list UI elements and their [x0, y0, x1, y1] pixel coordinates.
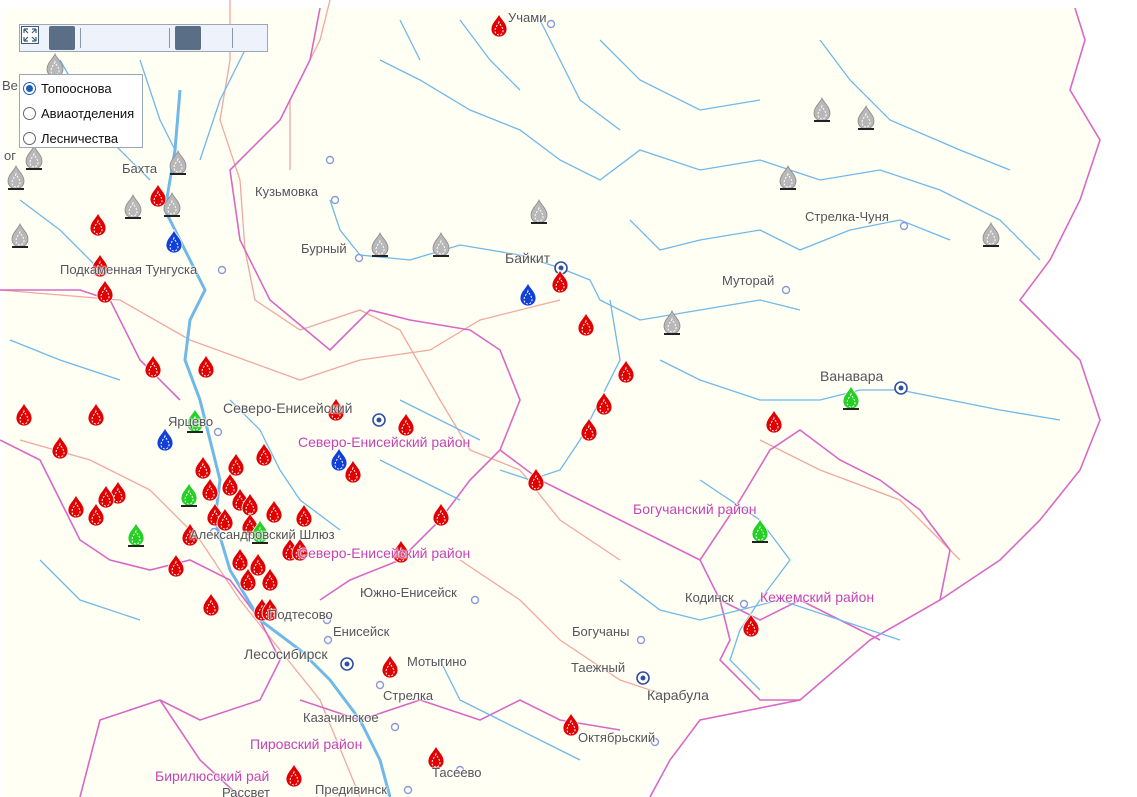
fire-marker-base [983, 245, 999, 247]
layer-option-label: Топооснова [41, 81, 112, 96]
fullscreen-icon [21, 26, 39, 44]
fire-marker-base [181, 505, 197, 507]
place-label: Мотыгино [407, 654, 467, 669]
region-label: Северо-Енисейский район [298, 434, 471, 450]
place-label: Учами [508, 10, 547, 25]
region-label: Кежемский район [760, 589, 875, 605]
place-label: Богучаны [572, 624, 630, 639]
radio-avia[interactable] [23, 107, 36, 120]
town-marker[interactable] [217, 265, 227, 275]
fire-marker-base [814, 120, 830, 122]
town-marker[interactable] [213, 427, 223, 437]
town-marker[interactable] [403, 785, 413, 795]
town-marker-center [898, 385, 904, 391]
fire-marker-base [170, 173, 186, 175]
town-marker[interactable] [354, 253, 364, 263]
town-marker[interactable] [470, 595, 480, 605]
town-marker-center [558, 265, 564, 271]
fire-marker-base [433, 255, 449, 257]
place-label: Рассвет [222, 785, 270, 797]
place-label: Подтесово [268, 607, 333, 622]
place-label: Октябрьский [578, 730, 656, 745]
layer-option-label: Авиаотделения [41, 106, 135, 121]
place-label: Стрелка-Чуня [805, 209, 889, 224]
town-marker[interactable] [739, 599, 749, 609]
place-label: Ярцево [168, 414, 214, 429]
town-marker[interactable] [899, 221, 909, 231]
layer-option-forestry[interactable]: Лесничества [20, 126, 142, 151]
forward-button[interactable] [21, 26, 227, 50]
fire-marker-base [858, 128, 874, 130]
place-label: Тасеево [432, 765, 482, 780]
toolbar-separator [232, 28, 233, 48]
town-marker-center [344, 661, 350, 667]
layer-option-topo[interactable]: Топооснова [20, 76, 142, 101]
map-toolbar [19, 24, 268, 52]
place-label: Бахта [122, 161, 158, 176]
fire-marker-base [26, 168, 42, 170]
back-button[interactable] [21, 26, 201, 50]
fire-marker-base [752, 541, 768, 543]
place-label: Кодинск [685, 590, 734, 605]
radio-topo[interactable] [23, 82, 36, 95]
place-label: Енисейск [333, 624, 390, 639]
layer-option-label: Лесничества [41, 131, 119, 146]
town-marker[interactable] [330, 195, 340, 205]
town-marker[interactable] [325, 155, 335, 165]
radio-forestry[interactable] [23, 132, 36, 145]
town-marker[interactable] [323, 635, 333, 645]
region-label: Богучанский район [633, 501, 757, 517]
place-label: Карабула [647, 687, 709, 703]
place-label: Ве [2, 78, 18, 93]
place-label: Подкаменная Тунгуска [60, 262, 198, 277]
layer-option-avia[interactable]: Авиаотделения [20, 101, 142, 126]
layer-switcher: Топооснова Авиаотделения Лесничества [19, 74, 143, 148]
pan-button[interactable] [23, 26, 75, 50]
place-label: Муторай [722, 273, 775, 288]
place-label: ог [4, 148, 16, 163]
fire-marker-base [780, 188, 796, 190]
place-label: Таежный [571, 660, 626, 675]
place-label: Бурный [301, 241, 347, 256]
fire-marker-base [164, 215, 180, 217]
place-label: Кузьмовка [255, 184, 319, 199]
zoom-box-button[interactable] [21, 26, 112, 50]
town-marker[interactable] [781, 285, 791, 295]
place-label: Северо-Енисейский [223, 400, 353, 416]
fire-marker-base [531, 222, 547, 224]
town-marker-center [640, 675, 646, 681]
zoom-out-button[interactable] [21, 26, 164, 50]
fire-marker-base [187, 431, 203, 433]
zoom-in-button[interactable] [21, 26, 138, 50]
region-label: Пировский район [250, 736, 363, 752]
fire-marker-base [372, 255, 388, 257]
town-marker[interactable] [390, 722, 400, 732]
fire-marker-base [12, 246, 28, 248]
map-canvas[interactable] [0, 0, 1137, 797]
fire-marker-base [843, 408, 859, 410]
toolbar-separator [169, 28, 170, 48]
region-label: Северо-Енисейский район [298, 545, 471, 561]
place-label: Южно-Енисейск [360, 585, 457, 600]
town-marker[interactable] [546, 19, 556, 29]
fullscreen-button[interactable] [21, 26, 264, 50]
place-label: Лесосибирск [244, 646, 328, 662]
fire-marker-base [664, 333, 680, 335]
place-label: Стрелка [383, 688, 434, 703]
fire-marker-base [128, 545, 144, 547]
town-marker[interactable] [636, 635, 646, 645]
toolbar-separator [80, 28, 81, 48]
fire-marker-base [252, 542, 268, 544]
fire-marker-base [8, 188, 24, 190]
place-label: Ванавара [820, 368, 884, 384]
place-label: Александровский Шлюз [190, 527, 335, 542]
place-label: Байкит [505, 250, 551, 266]
region-label: Бирилюсский рай [155, 768, 270, 784]
place-label: Предивинск [315, 782, 387, 797]
place-label: Казачинское [303, 710, 379, 725]
map-view[interactable]: Топооснова Авиаотделения Лесничества Уча… [0, 0, 1137, 797]
town-marker-center [376, 417, 382, 423]
fire-marker-base [125, 217, 141, 219]
